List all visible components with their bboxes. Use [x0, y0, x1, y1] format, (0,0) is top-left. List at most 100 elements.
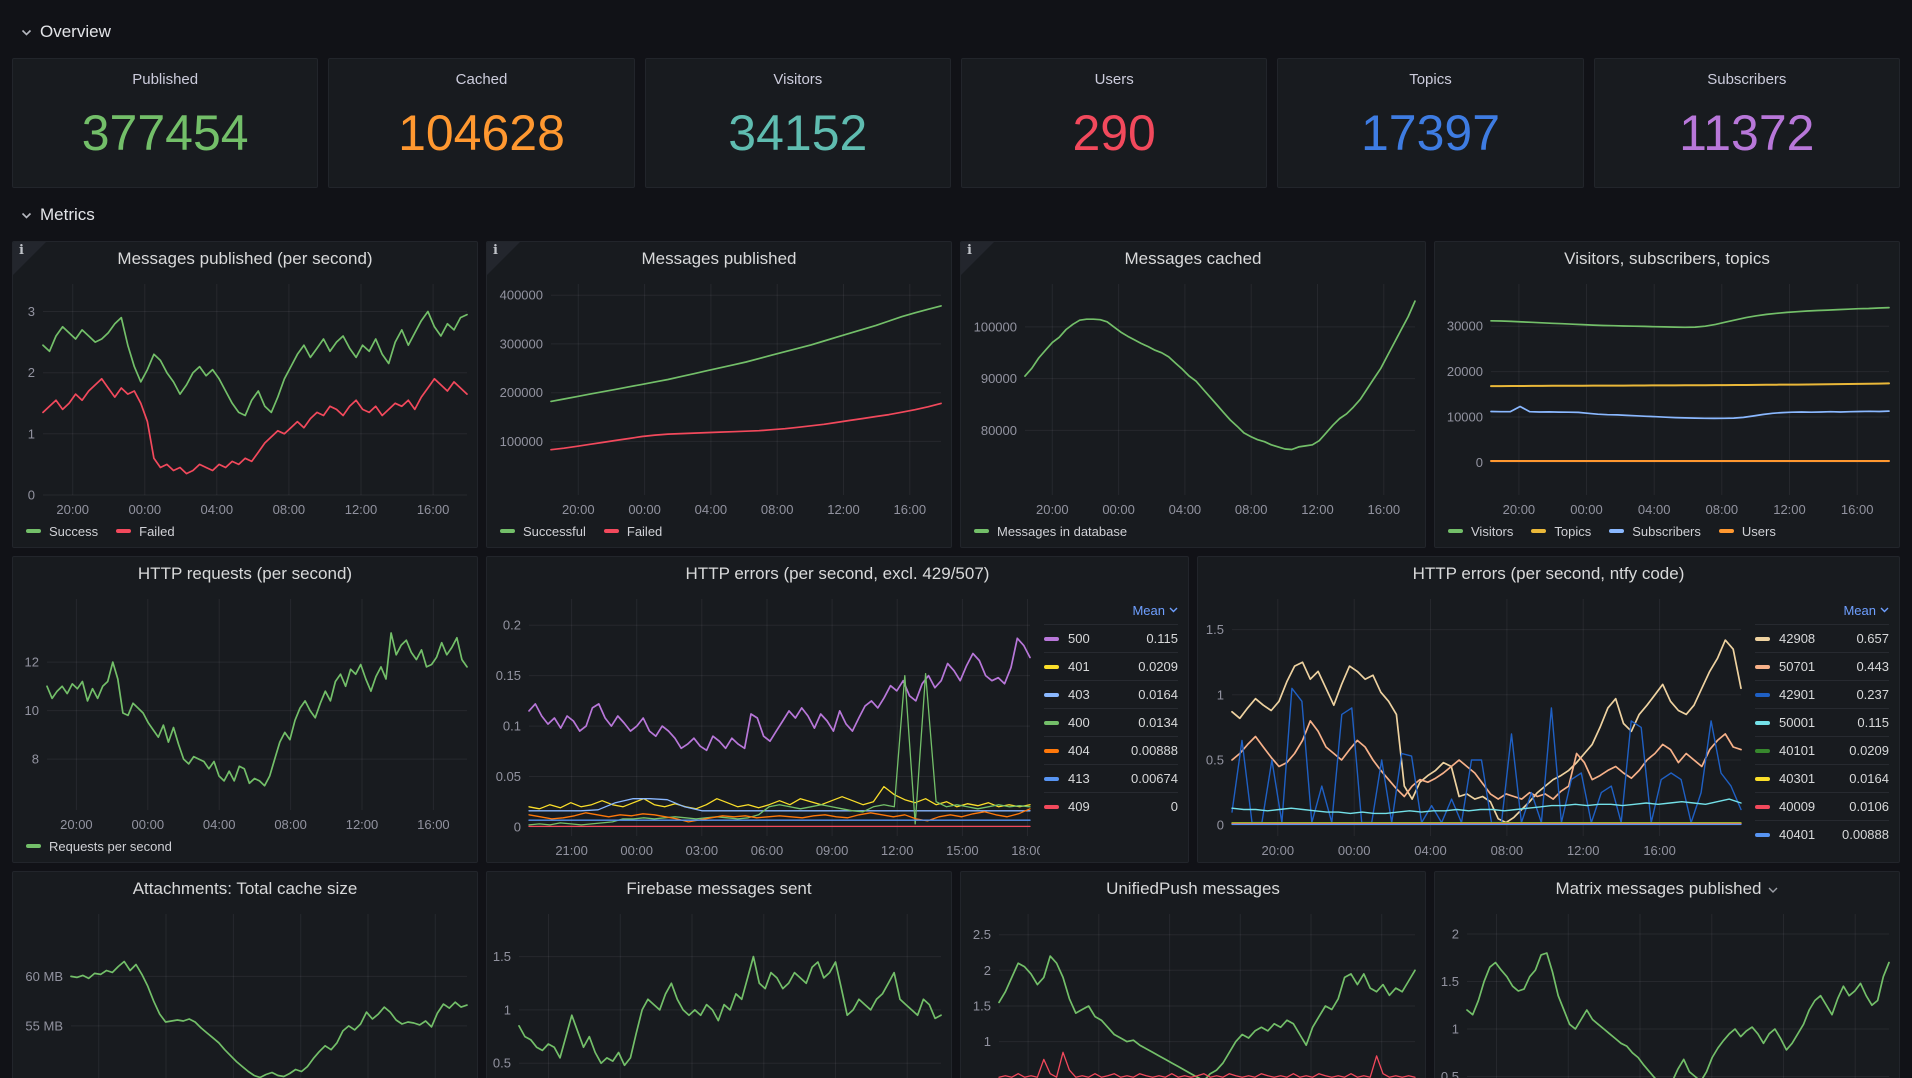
svg-text:30000: 30000 — [1447, 319, 1483, 334]
chart-http-errors-ntfy[interactable]: 00.511.520:0000:0004:0008:0012:0016:00 — [1198, 591, 1751, 862]
chart-canvas: 012320:0000:0004:0008:0012:0016:00 — [13, 276, 477, 521]
series-color-swatch — [116, 529, 131, 533]
legend-mean-value: 0.657 — [1856, 631, 1889, 646]
svg-text:16:00: 16:00 — [417, 502, 450, 517]
legend-sort-mean[interactable]: Mean — [1044, 599, 1178, 621]
chart-canvas: 11.522.520:0000:0004:0008:0012:0016:00 — [961, 906, 1425, 1078]
panel-matrix-messages-published: Matrix messages published 0.511.5220:000… — [1434, 871, 1900, 1078]
panel-title[interactable]: Matrix messages published — [1435, 872, 1899, 906]
svg-text:0.5: 0.5 — [493, 1056, 511, 1071]
legend-label: 42901 — [1779, 687, 1815, 702]
panel-title[interactable]: HTTP errors (per second, excl. 429/507) — [487, 557, 1188, 591]
legend-item[interactable]: 429080.657 — [1755, 624, 1889, 652]
legend-label: 50701 — [1779, 659, 1815, 674]
series-color-swatch — [1044, 749, 1059, 753]
chart-attachments-cache-size[interactable]: 55 MB60 MB20:0000:0004:0008:0012:0016:00 — [13, 906, 477, 1078]
stat-value: 290 — [1072, 88, 1155, 187]
legend-mean-value: 0.00888 — [1131, 743, 1178, 758]
legend-label: Failed — [627, 524, 662, 539]
info-icon[interactable]: i — [13, 242, 46, 275]
metrics-grid: i Messages published (per second) 012320… — [12, 241, 1900, 1078]
legend-item[interactable]: 4040.00888 — [1044, 736, 1178, 764]
panel-messages-published-total: i Messages published 1000002000003000004… — [486, 241, 952, 548]
chart-messages-cached[interactable]: 800009000010000020:0000:0004:0008:0012:0… — [961, 276, 1425, 521]
section-header-metrics[interactable]: Metrics — [0, 203, 1912, 227]
svg-text:2: 2 — [984, 963, 991, 978]
legend-item[interactable]: Subscribers — [1609, 524, 1701, 539]
legend-mean-value: 0.443 — [1856, 659, 1889, 674]
panel-title[interactable]: UnifiedPush messages — [961, 872, 1425, 906]
legend-item[interactable]: Failed — [116, 524, 174, 539]
chart-unifiedpush-messages[interactable]: 11.522.520:0000:0004:0008:0012:0016:00 — [961, 906, 1425, 1078]
svg-text:1.5: 1.5 — [973, 999, 991, 1014]
svg-text:08:00: 08:00 — [274, 817, 307, 832]
section-header-overview[interactable]: Overview — [0, 20, 1912, 44]
info-icon[interactable]: i — [961, 242, 994, 275]
legend-item[interactable]: Failed — [604, 524, 662, 539]
legend-item[interactable]: 400090.0106 — [1755, 792, 1889, 820]
svg-text:04:00: 04:00 — [201, 502, 234, 517]
legend-sort-mean[interactable]: Mean — [1755, 599, 1889, 621]
chart-matrix-messages-published[interactable]: 0.511.5220:0000:0004:0008:0012:0016:00 — [1435, 906, 1899, 1078]
svg-text:16:00: 16:00 — [894, 502, 927, 517]
panel-title[interactable]: Messages published — [487, 242, 951, 276]
chart-visitors-subscribers-topics[interactable]: 010000200003000020:0000:0004:0008:0012:0… — [1435, 276, 1899, 521]
legend-item[interactable]: 429010.237 — [1755, 680, 1889, 708]
legend-item[interactable]: Successful — [500, 524, 586, 539]
panel-messages-published-rate: i Messages published (per second) 012320… — [12, 241, 478, 548]
stat-value: 17397 — [1361, 88, 1500, 187]
legend-item[interactable]: 4130.00674 — [1044, 764, 1178, 792]
svg-text:12:00: 12:00 — [345, 502, 378, 517]
chart-http-errors-std[interactable]: 00.050.10.150.221:0000:0003:0006:0009:00… — [487, 591, 1040, 862]
stat-panel-users: Users 290 — [961, 58, 1267, 188]
legend-item[interactable]: 4000.0134 — [1044, 708, 1178, 736]
legend-item[interactable]: Topics — [1531, 524, 1591, 539]
chart-canvas: 8101220:0000:0004:0008:0012:0016:00 — [13, 591, 477, 836]
legend-mean-value: 0.0164 — [1138, 687, 1178, 702]
legend-item[interactable]: 500010.115 — [1755, 708, 1889, 736]
panel-title[interactable]: Firebase messages sent — [487, 872, 951, 906]
chart-legend-table: Mean 429080.657 50701 0.443 429010.237500010… — [1751, 591, 1899, 862]
panel-attachments-cache-size: Attachments: Total cache size 55 MB60 MB… — [12, 871, 478, 1078]
panel-title[interactable]: HTTP requests (per second) — [13, 557, 477, 591]
chart-canvas: 55 MB60 MB20:0000:0004:0008:0012:0016:00 — [13, 906, 477, 1078]
svg-text:03:00: 03:00 — [686, 843, 719, 858]
panel-title[interactable]: Visitors, subscribers, topics — [1435, 242, 1899, 276]
legend-item[interactable]: 401010.0209 — [1755, 736, 1889, 764]
legend-sort-label: Mean — [1132, 603, 1165, 618]
svg-text:12:00: 12:00 — [346, 817, 379, 832]
chart-legend-table: Mean5000.1154010.02094030.01644000.01344… — [1040, 591, 1188, 862]
chart-http-requests[interactable]: 8101220:0000:0004:0008:0012:0016:00 — [13, 591, 477, 836]
svg-text:0.1: 0.1 — [503, 719, 521, 734]
legend-item[interactable]: 403010.0164 — [1755, 764, 1889, 792]
chevron-down-icon — [1768, 887, 1778, 893]
legend-item[interactable]: 404010.00888 — [1755, 820, 1889, 848]
stat-label: Published — [132, 71, 198, 88]
stat-label: Topics — [1409, 71, 1452, 88]
svg-text:00:00: 00:00 — [132, 817, 165, 832]
legend-item[interactable]: 50701 0.443 — [1755, 652, 1889, 680]
legend-item[interactable]: Visitors — [1448, 524, 1513, 539]
series-color-swatch — [1044, 637, 1059, 641]
svg-text:12:00: 12:00 — [1567, 843, 1600, 858]
legend-item[interactable]: Requests per second — [26, 839, 172, 854]
legend-item[interactable]: 4030.0164 — [1044, 680, 1178, 708]
legend-item[interactable]: Success — [26, 524, 98, 539]
legend-item[interactable]: Messages in database — [974, 524, 1127, 539]
legend-label: 409 — [1068, 799, 1090, 814]
info-icon[interactable]: i — [487, 242, 520, 275]
legend-item[interactable]: 4090 — [1044, 792, 1178, 820]
chart-messages-published-total[interactable]: 10000020000030000040000020:0000:0004:000… — [487, 276, 951, 521]
legend-mean-value: 0.115 — [1146, 631, 1178, 646]
panel-title[interactable]: Attachments: Total cache size — [13, 872, 477, 906]
svg-text:1.5: 1.5 — [1441, 974, 1459, 989]
chart-firebase-messages-sent[interactable]: 0.511.520:0000:0004:0008:0012:0016:00 — [487, 906, 951, 1078]
panel-title[interactable]: Messages published (per second) — [13, 242, 477, 276]
legend-item[interactable]: Users — [1719, 524, 1776, 539]
svg-text:04:00: 04:00 — [1169, 502, 1202, 517]
legend-item[interactable]: 4010.0209 — [1044, 652, 1178, 680]
chart-messages-published-rate[interactable]: 012320:0000:0004:0008:0012:0016:00 — [13, 276, 477, 521]
panel-title[interactable]: HTTP errors (per second, ntfy code) — [1198, 557, 1899, 591]
panel-title[interactable]: Messages cached — [961, 242, 1425, 276]
legend-item[interactable]: 5000.115 — [1044, 624, 1178, 652]
